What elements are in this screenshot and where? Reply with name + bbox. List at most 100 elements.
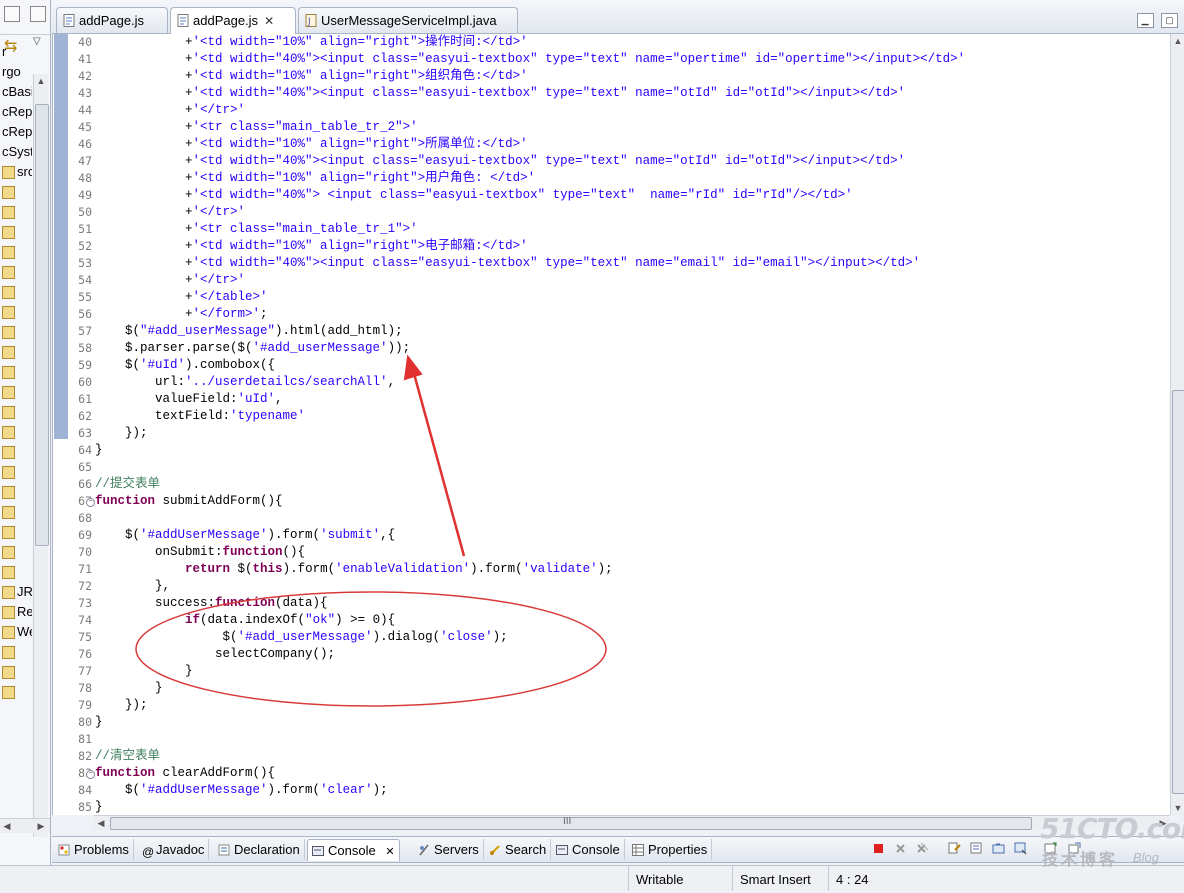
tree-item[interactable]: [2, 302, 17, 322]
scroll-lock-icon[interactable]: [970, 842, 983, 855]
code-line[interactable]: 67−function submitAddForm(){: [53, 493, 1153, 510]
remove-all-terminated-icon[interactable]: [916, 842, 929, 855]
tab-problems[interactable]: Problems: [54, 839, 134, 860]
tree-item[interactable]: [2, 422, 17, 442]
code-line[interactable]: 68: [53, 510, 1153, 527]
code-line[interactable]: 74 if(data.indexOf("ok") >= 0){: [53, 612, 1153, 629]
code-text[interactable]: }: [95, 714, 103, 731]
code-line[interactable]: 43 +'<td width="40%"><input class="easyu…: [53, 85, 1153, 102]
code-line[interactable]: 66//提交表单: [53, 476, 1153, 493]
scroll-up-arrow-icon[interactable]: ▲: [1171, 34, 1184, 48]
tree-item[interactable]: [2, 682, 17, 702]
tab-console-active[interactable]: Console ✕: [307, 839, 400, 861]
code-text[interactable]: +'<td width="40%"><input class="easyui-t…: [95, 153, 905, 170]
tree-item[interactable]: src: [2, 162, 32, 182]
code-text[interactable]: //提交表单: [95, 476, 160, 493]
code-line[interactable]: 40 +'<td width="10%" align="right">操作时间:…: [53, 34, 1153, 51]
tree-item[interactable]: [2, 642, 17, 662]
clear-console-icon[interactable]: [948, 842, 961, 855]
tree-item[interactable]: JRE: [2, 582, 32, 602]
tree-item[interactable]: [2, 402, 17, 422]
scroll-right-arrow-icon[interactable]: ▶: [34, 819, 48, 833]
tree-item[interactable]: [2, 482, 17, 502]
code-line[interactable]: 83−function clearAddForm(){: [53, 765, 1153, 782]
code-line[interactable]: 59 $('#uId').combobox({: [53, 357, 1153, 374]
code-line[interactable]: 65: [53, 459, 1153, 476]
tree-item[interactable]: Refe: [2, 602, 32, 622]
code-line[interactable]: 44 +'</tr>': [53, 102, 1153, 119]
code-text[interactable]: $("#add_userMessage").html(add_html);: [95, 323, 403, 340]
code-text[interactable]: +'<td width="10%" align="right">所属单位:</t…: [95, 136, 528, 153]
minimize-editor-button[interactable]: ▁: [1136, 13, 1154, 28]
code-line[interactable]: 80}: [53, 714, 1153, 731]
code-text[interactable]: +'<tr class="main_table_tr_1">': [95, 221, 418, 238]
code-text[interactable]: });: [95, 425, 148, 442]
code-line[interactable]: 42 +'<td width="10%" align="right">组织角色:…: [53, 68, 1153, 85]
code-line[interactable]: 52 +'<td width="10%" align="right">电子邮箱:…: [53, 238, 1153, 255]
code-line[interactable]: 63 });: [53, 425, 1153, 442]
tree-item[interactable]: [2, 242, 17, 262]
editor-horizontal-scrollbar[interactable]: ◀ III ▶: [94, 815, 1170, 830]
tree-item[interactable]: [2, 462, 17, 482]
tab-javadoc[interactable]: @ Javadoc: [138, 839, 210, 860]
scroll-left-arrow-icon[interactable]: ◀: [94, 816, 108, 830]
tree-item[interactable]: cRepo: [2, 122, 32, 142]
tree-item[interactable]: [2, 322, 17, 342]
code-line[interactable]: 57 $("#add_userMessage").html(add_html);: [53, 323, 1153, 340]
code-line[interactable]: 49 +'<td width="40%"> <input class="easy…: [53, 187, 1153, 204]
tree-item[interactable]: [2, 542, 17, 562]
code-line[interactable]: 50 +'</tr>': [53, 204, 1153, 221]
code-line[interactable]: 69 $('#addUserMessage').form('submit',{: [53, 527, 1153, 544]
tree-item[interactable]: [2, 502, 17, 522]
code-text[interactable]: +'<td width="40%"><input class="easyui-t…: [95, 255, 920, 272]
tree-item[interactable]: [2, 522, 17, 542]
code-text[interactable]: return $(this).form('enableValidation').…: [95, 561, 613, 578]
code-line[interactable]: 47 +'<td width="40%"><input class="easyu…: [53, 153, 1153, 170]
code-line[interactable]: 81: [53, 731, 1153, 748]
code-line[interactable]: 77 }: [53, 663, 1153, 680]
close-tab-icon[interactable]: ✕: [264, 14, 274, 28]
tree-item[interactable]: [2, 202, 17, 222]
code-line[interactable]: 73 success:function(data){: [53, 595, 1153, 612]
code-editor[interactable]: 40 +'<td width="10%" align="right">操作时间:…: [52, 34, 1171, 815]
code-line[interactable]: 60 url:'../userdetailcs/searchAll',: [53, 374, 1153, 391]
code-text[interactable]: $.parser.parse($('#add_userMessage'));: [95, 340, 410, 357]
code-line[interactable]: 71 return $(this).form('enableValidation…: [53, 561, 1153, 578]
code-text[interactable]: });: [95, 697, 148, 714]
code-line[interactable]: 55 +'</table>': [53, 289, 1153, 306]
tab-properties[interactable]: Properties: [628, 839, 713, 860]
view-menu-chevron-icon[interactable]: ▽: [33, 36, 41, 47]
fold-toggle-icon[interactable]: −: [86, 498, 95, 507]
maximize-editor-button[interactable]: ▢: [1161, 13, 1178, 28]
code-text[interactable]: +'<td width="10%" align="right">组织角色:</t…: [95, 68, 528, 85]
code-line[interactable]: 61 valueField:'uId',: [53, 391, 1153, 408]
code-text[interactable]: }: [95, 799, 103, 815]
editor-scroll-thumb[interactable]: [1172, 390, 1184, 794]
scroll-up-arrow-icon[interactable]: ▲: [34, 74, 48, 88]
remove-launch-icon[interactable]: [894, 842, 907, 855]
tree-item[interactable]: rgo: [2, 62, 21, 82]
code-line[interactable]: 79 });: [53, 697, 1153, 714]
code-line[interactable]: 51 +'<tr class="main_table_tr_1">': [53, 221, 1153, 238]
code-text[interactable]: if(data.indexOf("ok") >= 0){: [95, 612, 395, 629]
code-line[interactable]: 53 +'<td width="40%"><input class="easyu…: [53, 255, 1153, 272]
code-text[interactable]: //清空表单: [95, 748, 160, 765]
code-line[interactable]: 48 +'<td width="10%" align="right">用户角色:…: [53, 170, 1153, 187]
tree-item[interactable]: [2, 442, 17, 462]
code-line[interactable]: 72 },: [53, 578, 1153, 595]
code-line[interactable]: 41 +'<td width="40%"><input class="easyu…: [53, 51, 1153, 68]
close-tab-icon[interactable]: ✕: [385, 846, 394, 858]
editor-vertical-scrollbar[interactable]: ▲ ▼: [1170, 34, 1184, 815]
code-line[interactable]: 64}: [53, 442, 1153, 459]
tab-declaration[interactable]: Declaration: [214, 839, 305, 860]
code-line[interactable]: 70 onSubmit:function(){: [53, 544, 1153, 561]
tab-addpage-js-1[interactable]: addPage.js: [56, 7, 168, 33]
code-line[interactable]: 75 $('#add_userMessage').dialog('close')…: [53, 629, 1153, 646]
code-text[interactable]: onSubmit:function(){: [95, 544, 305, 561]
code-text[interactable]: +'<td width="40%"> <input class="easyui-…: [95, 187, 853, 204]
code-text[interactable]: +'<td width="40%"><input class="easyui-t…: [95, 51, 965, 68]
tree-item[interactable]: [2, 662, 17, 682]
maximize-button[interactable]: [30, 6, 46, 22]
code-text[interactable]: url:'../userdetailcs/searchAll',: [95, 374, 395, 391]
code-line[interactable]: 78 }: [53, 680, 1153, 697]
